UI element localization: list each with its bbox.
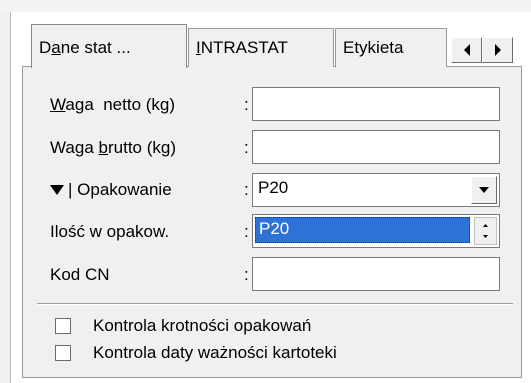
- chevron-down-icon: [479, 187, 489, 193]
- kod-cn-colon: :: [244, 265, 249, 284]
- left-arrow-icon: [463, 44, 470, 56]
- kontrola-krotnosci-checkbox[interactable]: [55, 318, 71, 334]
- opakowanie-value: P20: [258, 178, 289, 197]
- kontrola-daty-row[interactable]: Kontrola daty ważności kartoteki: [55, 343, 337, 363]
- tab-dane-stat-label: Dane stat ...: [39, 38, 131, 57]
- kontrola-daty-label: Kontrola daty ważności kartoteki: [93, 343, 337, 362]
- kod-cn-label: Kod CN: [50, 265, 110, 284]
- tab-scroll-left-button[interactable]: [451, 37, 482, 63]
- tab-intrastat-label: INTRASTAT: [196, 38, 288, 57]
- opakowanie-label: | Opakowanie: [68, 180, 172, 199]
- opakowanie-label-row: | Opakowanie: [50, 180, 172, 200]
- ilosc-spin-button[interactable]: [474, 217, 497, 245]
- tab-scroll-right-button[interactable]: [482, 37, 513, 63]
- waga-brutto-label: Waga brutto (kg): [50, 138, 177, 157]
- kod-cn-input[interactable]: [252, 257, 500, 291]
- opakowanie-combobox[interactable]: P20: [252, 173, 500, 207]
- ilosc-selected-item[interactable]: P20: [255, 217, 470, 243]
- waga-netto-input[interactable]: [252, 87, 500, 121]
- kontrola-krotnosci-row[interactable]: Kontrola krotności opakowań: [55, 316, 311, 336]
- ilosc-selected-value: P20: [259, 219, 290, 238]
- opakowanie-dropdown-button[interactable]: [471, 176, 497, 204]
- kontrola-daty-checkbox[interactable]: [55, 345, 71, 361]
- tab-etykieta-label: Etykieta: [343, 38, 404, 57]
- triangle-down-icon[interactable]: [50, 185, 64, 195]
- divider: [37, 303, 513, 305]
- top-strip: [0, 0, 531, 12]
- ilosc-colon: :: [244, 222, 249, 241]
- tab-dane-stat[interactable]: Dane stat ...: [31, 24, 187, 68]
- spin-arrows-icon: [483, 224, 488, 238]
- waga-brutto-input[interactable]: [252, 130, 500, 164]
- waga-brutto-colon: :: [244, 138, 249, 157]
- tab-etykieta[interactable]: Etykieta: [335, 28, 447, 67]
- waga-netto-colon: :: [244, 95, 249, 114]
- waga-netto-label: Waga netto (kg): [50, 95, 176, 114]
- tab-scroll-buttons: [451, 37, 513, 63]
- right-arrow-icon: [494, 44, 501, 56]
- ilosc-listbox[interactable]: P20: [252, 214, 500, 248]
- tab-intrastat[interactable]: INTRASTAT: [188, 28, 334, 67]
- kontrola-krotnosci-label: Kontrola krotności opakowań: [93, 316, 312, 335]
- ilosc-label: Ilość w opakow.: [50, 222, 170, 241]
- left-panel-edge: [0, 12, 11, 383]
- opakowanie-colon: :: [244, 180, 249, 199]
